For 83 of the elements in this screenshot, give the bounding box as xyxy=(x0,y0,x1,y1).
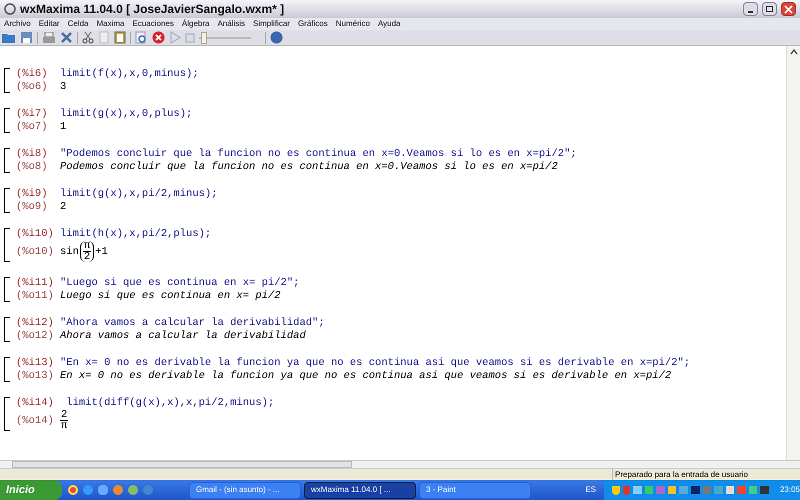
input-label: (%i10) xyxy=(16,228,55,240)
cell-bracket[interactable] xyxy=(4,108,10,133)
input-code[interactable]: limit(h(x),x,pi/2,plus); xyxy=(60,228,212,240)
cell-bracket[interactable] xyxy=(4,397,10,431)
scissors-icon[interactable] xyxy=(82,31,94,44)
output-value: sin xyxy=(60,246,79,258)
output-text: Ahora vamos a calcular la derivabilidad xyxy=(60,330,306,342)
cell-bracket[interactable] xyxy=(4,188,10,213)
denominator: π xyxy=(60,421,68,431)
menu-item[interactable]: Maxima xyxy=(96,18,125,30)
save-icon[interactable] xyxy=(20,31,33,44)
menu-item[interactable]: Ayuda xyxy=(378,18,401,30)
output-label: (%o14) xyxy=(16,414,55,426)
close-button[interactable] xyxy=(781,2,796,16)
input-label: (%i6) xyxy=(16,68,49,80)
input-label: (%i9) xyxy=(16,188,49,200)
output-value: 3 xyxy=(60,81,66,93)
input-label: (%i7) xyxy=(16,108,49,120)
cell-bracket[interactable] xyxy=(4,357,10,382)
slider-thumb[interactable] xyxy=(201,32,208,44)
cell-bracket[interactable] xyxy=(4,68,10,93)
menu-item[interactable]: Archivo xyxy=(4,18,31,30)
cell-bracket[interactable] xyxy=(4,317,10,342)
output-label: (%o11) xyxy=(16,290,55,302)
square-stop-icon[interactable] xyxy=(185,32,195,42)
input-label: (%i12) xyxy=(16,317,55,329)
input-label: (%i14) xyxy=(16,397,55,409)
output-value: +1 xyxy=(95,246,108,258)
menu-item[interactable]: Celda xyxy=(68,18,88,30)
search-icon[interactable] xyxy=(135,31,148,44)
input-label: (%i13) xyxy=(16,357,55,369)
horizontal-scrollbar[interactable] xyxy=(0,460,800,468)
taskbar-button[interactable]: 3 - Paint xyxy=(419,482,531,498)
output-label: (%o13) xyxy=(16,370,55,382)
input-code[interactable]: limit(g(x),x,0,plus); xyxy=(60,108,192,120)
menu-item[interactable]: Álgebra xyxy=(182,18,210,30)
stop-icon[interactable] xyxy=(152,31,165,44)
menu-item[interactable]: Simplificar xyxy=(253,18,290,30)
denominator: 2 xyxy=(82,252,92,262)
taskbar-button[interactable]: Gmail - (sin asunto) - ... xyxy=(189,482,301,498)
menu-item[interactable]: Editar xyxy=(38,18,60,30)
menu-item[interactable]: Análisis xyxy=(217,18,246,30)
input-code[interactable]: "Podemos concluir que la funcion no es continua en x=0.Veamos si lo es en x=pi/2"; xyxy=(60,148,577,160)
clipboard-icon[interactable] xyxy=(114,31,126,44)
cell-bracket[interactable] xyxy=(4,148,10,173)
input-code[interactable]: "En x= 0 no es derivable la funcion ya que no es continua asi que veamos si es derivable en x=pi/2"; xyxy=(60,357,690,369)
output-value: 1 xyxy=(60,121,66,133)
output-text: Luego si que es continua en x= pi/2 xyxy=(60,290,281,302)
input-label: (%i11) xyxy=(16,277,55,289)
output-label: (%o7) xyxy=(16,121,49,133)
output-text: En x= 0 no es derivable la funcion ya que no es continua asi que veamos si es derivable en x=pi/2 xyxy=(60,370,672,382)
clock: 23:05 xyxy=(780,484,800,496)
output-label: (%o9) xyxy=(16,201,49,213)
output-value: 2 xyxy=(60,201,66,213)
input-code[interactable]: limit(f(x),x,0,minus); xyxy=(60,68,199,80)
output-label: (%o8) xyxy=(16,161,49,173)
restore-button[interactable] xyxy=(762,2,777,16)
output-label: (%o12) xyxy=(16,330,55,342)
output-text: Podemos concluir que la funcion no es continua en x=0.Veamos si lo es en x=pi/2 xyxy=(60,161,558,173)
printer-icon[interactable] xyxy=(42,32,56,44)
input-code[interactable]: "Ahora vamos a calcular la derivabilidad"; xyxy=(60,317,325,329)
taskbar-button[interactable]: wxMaxima 11.04.0 [ ... xyxy=(304,482,416,498)
cell-bracket[interactable] xyxy=(4,228,10,262)
menu-item[interactable]: Ecuaciones xyxy=(132,18,174,30)
input-label: (%i8) xyxy=(16,148,49,160)
language-indicator[interactable]: ES xyxy=(585,484,596,496)
input-code[interactable]: "Luego si que es continua en x= pi/2"; xyxy=(60,277,300,289)
output-label: (%o10) xyxy=(16,246,55,258)
vertical-scrollbar[interactable] xyxy=(786,46,800,460)
output-label: (%o6) xyxy=(16,81,49,93)
menu-item[interactable]: Numérico xyxy=(336,18,370,30)
play-icon[interactable] xyxy=(169,31,181,44)
cell-bracket[interactable] xyxy=(4,277,10,302)
animation-slider[interactable] xyxy=(199,32,251,44)
app-icon xyxy=(4,3,16,15)
input-code[interactable]: limit(diff(g(x),x),x,pi/2,minus); xyxy=(60,397,274,409)
menu-item[interactable]: Gráficos xyxy=(298,18,328,30)
numerator: π xyxy=(82,241,92,252)
minimize-button[interactable] xyxy=(743,2,758,16)
input-code[interactable]: limit(g(x),x,pi/2,minus); xyxy=(60,188,218,200)
start-button[interactable]: Inicio xyxy=(0,480,62,500)
window-title: wxMaxima 11.04.0 [ JoseJavierSangalo.wxm* ] xyxy=(20,1,284,18)
numerator: 2 xyxy=(60,410,68,421)
